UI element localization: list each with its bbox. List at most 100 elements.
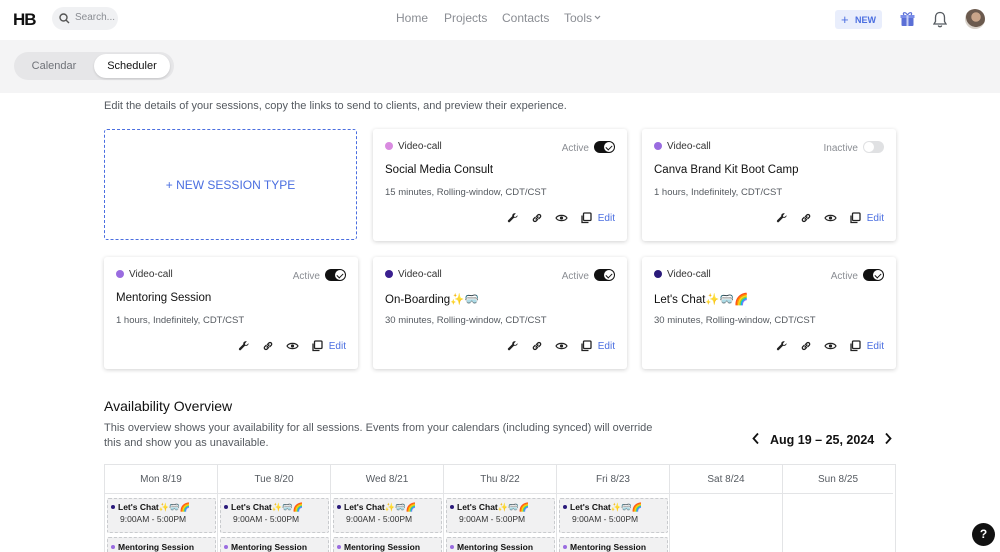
session-type: Video-call: [654, 141, 711, 152]
event-title: Mentoring Session: [224, 542, 307, 552]
event-title: Let's Chat✨🥽🌈: [563, 502, 643, 513]
copy-link-icon[interactable]: [800, 212, 812, 224]
settings-wrench-icon[interactable]: [507, 212, 519, 224]
session-type: Video-call: [654, 269, 711, 280]
day-header: Fri 8/23: [557, 465, 670, 494]
duplicate-icon[interactable]: [311, 340, 323, 352]
new-button[interactable]: + NEW: [835, 10, 882, 29]
availability-event[interactable]: Let's Chat✨🥽🌈 9:00AM - 5:00PM: [446, 498, 555, 533]
copy-link-icon[interactable]: [531, 340, 543, 352]
settings-wrench-icon[interactable]: [776, 340, 788, 352]
availability-event[interactable]: Mentoring Session: [333, 537, 442, 552]
chevron-down-icon: [594, 15, 601, 20]
copy-link-icon[interactable]: [531, 212, 543, 224]
session-details: 30 minutes, Rolling-window, CDT/CST: [385, 315, 547, 326]
session-details: 15 minutes, Rolling-window, CDT/CST: [385, 187, 547, 198]
event-hours: 9:00AM - 5:00PM: [346, 514, 413, 524]
edit-link[interactable]: Edit: [867, 341, 884, 352]
session-color-dot: [654, 270, 662, 278]
duplicate-icon[interactable]: [849, 340, 861, 352]
availability-event[interactable]: Let's Chat✨🥽🌈 9:00AM - 5:00PM: [333, 498, 442, 533]
edit-link[interactable]: Edit: [329, 341, 346, 352]
session-card[interactable]: Video-call Active Mentoring Session 1 ho…: [104, 257, 358, 369]
session-card[interactable]: Video-call Inactive Canva Brand Kit Boot…: [642, 129, 896, 241]
session-type-label: Video-call: [129, 269, 173, 280]
event-hours: 9:00AM - 5:00PM: [459, 514, 526, 524]
preview-eye-icon[interactable]: [824, 341, 837, 351]
active-toggle[interactable]: [863, 141, 884, 153]
duplicate-icon[interactable]: [580, 340, 592, 352]
search-placeholder: Search...: [75, 12, 116, 23]
preview-eye-icon[interactable]: [286, 341, 299, 351]
active-toggle[interactable]: [863, 269, 884, 281]
event-title: Let's Chat✨🥽🌈: [224, 502, 304, 513]
avatar[interactable]: [965, 9, 985, 29]
tab-calendar[interactable]: Calendar: [18, 54, 90, 78]
honeybook-logo[interactable]: HB: [13, 10, 37, 30]
nav-home[interactable]: Home: [396, 11, 428, 25]
event-title: Let's Chat✨🥽🌈: [450, 502, 530, 513]
active-toggle[interactable]: [325, 269, 346, 281]
settings-wrench-icon[interactable]: [238, 340, 250, 352]
day-column: [783, 494, 896, 552]
session-status: Active: [293, 269, 346, 282]
copy-link-icon[interactable]: [262, 340, 274, 352]
duplicate-icon[interactable]: [580, 212, 592, 224]
session-status: Active: [562, 269, 615, 282]
session-color-dot: [654, 142, 662, 150]
session-type: Video-call: [385, 269, 442, 280]
status-label: Inactive: [823, 143, 858, 154]
tab-scheduler[interactable]: Scheduler: [94, 54, 170, 78]
nav-contacts[interactable]: Contacts: [502, 11, 549, 25]
availability-event[interactable]: Let's Chat✨🥽🌈 9:00AM - 5:00PM: [559, 498, 668, 533]
event-title: Mentoring Session: [563, 542, 646, 552]
copy-link-icon[interactable]: [800, 340, 812, 352]
tab-bar: Calendar Scheduler: [0, 40, 1000, 93]
session-type: Video-call: [116, 269, 173, 280]
availability-event[interactable]: Let's Chat✨🥽🌈 9:00AM - 5:00PM: [107, 498, 216, 533]
event-hours: 9:00AM - 5:00PM: [572, 514, 639, 524]
nav-projects[interactable]: Projects: [444, 11, 487, 25]
session-type-label: Video-call: [398, 141, 442, 152]
session-name: Let's Chat✨🥽🌈: [654, 294, 749, 306]
availability-event[interactable]: Mentoring Session: [220, 537, 329, 552]
help-button[interactable]: ?: [972, 523, 995, 546]
event-hours: 9:00AM - 5:00PM: [233, 514, 300, 524]
new-session-type-button[interactable]: + NEW SESSION TYPE: [104, 129, 357, 240]
settings-wrench-icon[interactable]: [776, 212, 788, 224]
preview-eye-icon[interactable]: [824, 213, 837, 223]
status-label: Active: [830, 271, 858, 282]
nav-tools[interactable]: Tools: [564, 11, 592, 25]
availability-event[interactable]: Mentoring Session: [446, 537, 555, 552]
availability-calendar: Mon 8/19 Let's Chat✨🥽🌈 9:00AM - 5:00PM Ment…: [104, 464, 896, 552]
availability-event[interactable]: Mentoring Session: [559, 537, 668, 552]
availability-event[interactable]: Mentoring Session: [107, 537, 216, 552]
chevron-right-icon[interactable]: [884, 432, 892, 445]
active-toggle[interactable]: [594, 269, 615, 281]
new-session-type-label: + NEW SESSION TYPE: [165, 178, 296, 192]
session-details: 1 hours, Indefinitely, CDT/CST: [654, 187, 783, 198]
preview-eye-icon[interactable]: [555, 213, 568, 223]
gift-icon[interactable]: [900, 11, 915, 27]
preview-eye-icon[interactable]: [555, 341, 568, 351]
search-box[interactable]: Search...: [52, 7, 118, 30]
active-toggle[interactable]: [594, 141, 615, 153]
chevron-left-icon[interactable]: [752, 432, 760, 445]
bell-icon[interactable]: [933, 11, 947, 28]
session-name: Canva Brand Kit Boot Camp: [654, 164, 799, 176]
plus-icon: +: [841, 12, 849, 27]
availability-event[interactable]: Let's Chat✨🥽🌈 9:00AM - 5:00PM: [220, 498, 329, 533]
settings-wrench-icon[interactable]: [507, 340, 519, 352]
duplicate-icon[interactable]: [849, 212, 861, 224]
session-status: Active: [562, 141, 615, 154]
session-card[interactable]: Video-call Active Social Media Consult 1…: [373, 129, 627, 241]
session-name: Social Media Consult: [385, 164, 494, 176]
edit-link[interactable]: Edit: [867, 213, 884, 224]
week-range-label: Aug 19 – 25, 2024: [770, 433, 875, 447]
event-title: Mentoring Session: [111, 542, 194, 552]
session-card[interactable]: Video-call Active Let's Chat✨🥽🌈 30 minut…: [642, 257, 896, 369]
new-button-label: NEW: [855, 15, 876, 25]
session-card[interactable]: Video-call Active On-Boarding✨🥽 30 minut…: [373, 257, 627, 369]
edit-link[interactable]: Edit: [598, 341, 615, 352]
edit-link[interactable]: Edit: [598, 213, 615, 224]
